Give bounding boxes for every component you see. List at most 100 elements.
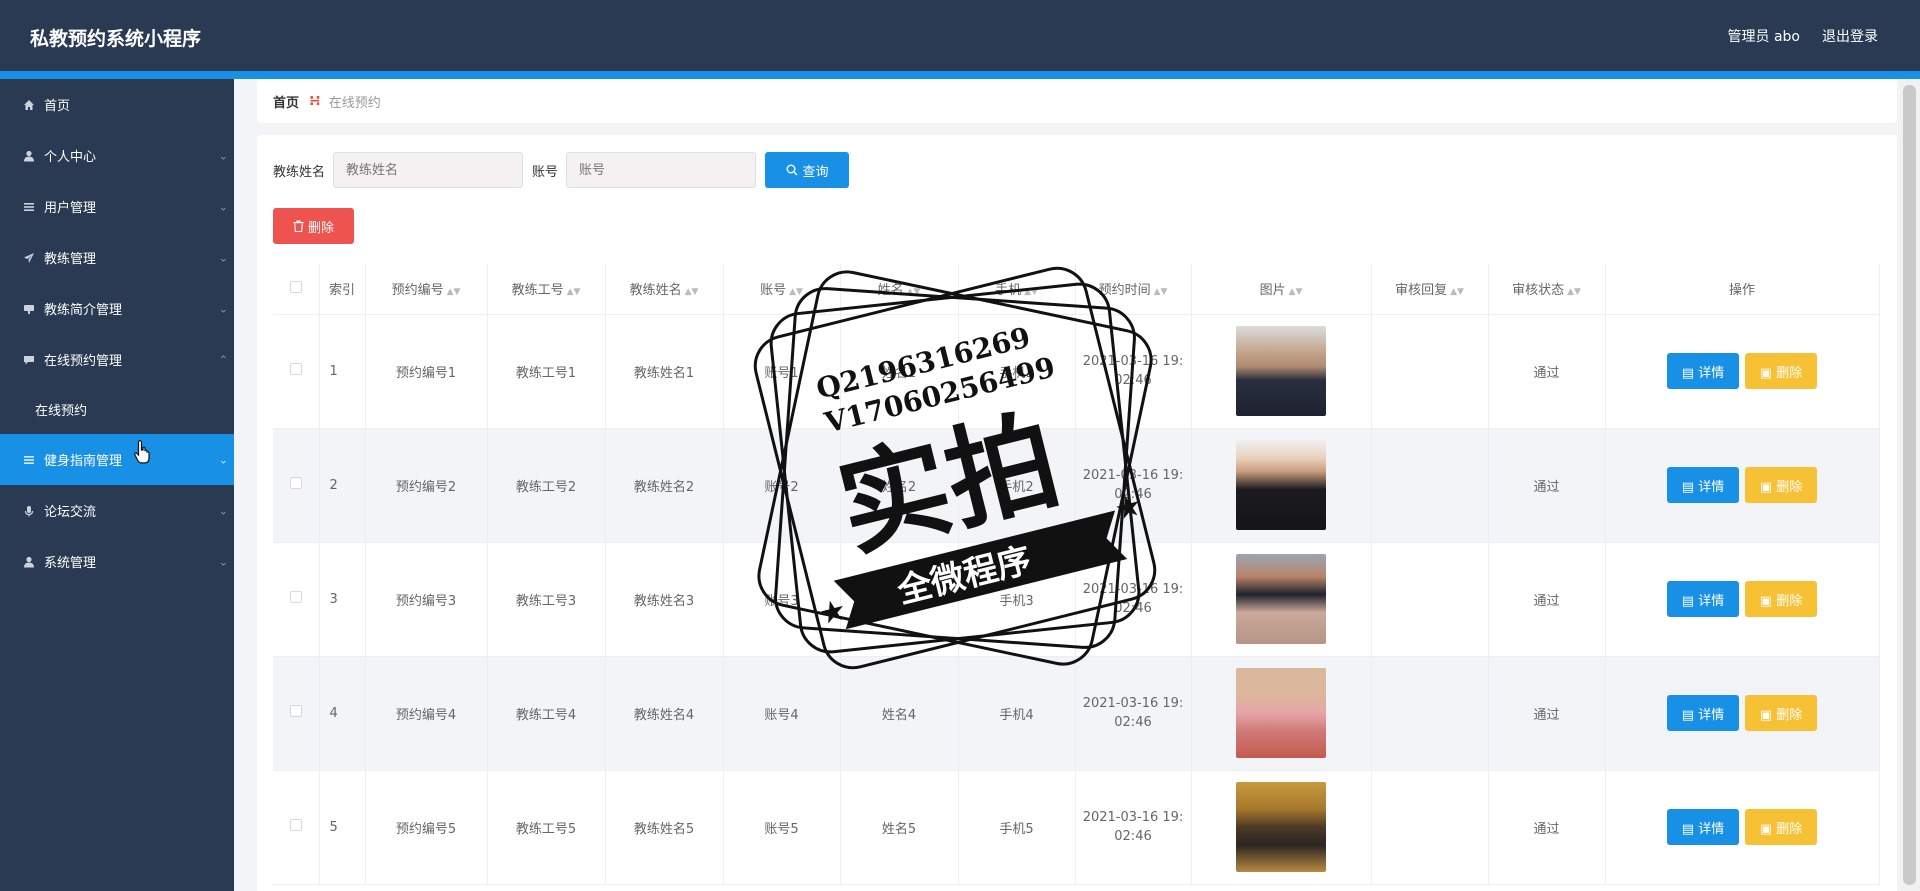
page-scrollbar[interactable] bbox=[1900, 79, 1920, 891]
sidebar-item-label: 用户管理 bbox=[44, 201, 97, 216]
cell-coach-name: 教练姓名2 bbox=[605, 428, 724, 543]
photo-thumbnail[interactable] bbox=[1236, 668, 1326, 758]
detail-button[interactable]: ▤ 详情 bbox=[1667, 581, 1739, 617]
row-checkbox[interactable] bbox=[289, 705, 302, 717]
cell-reply bbox=[1371, 428, 1489, 543]
sidebar-item-label: 教练管理 bbox=[44, 252, 97, 267]
cell-coach-id: 教练工号3 bbox=[487, 542, 606, 657]
row-checkbox[interactable] bbox=[289, 591, 302, 603]
photo-thumbnail[interactable] bbox=[1236, 782, 1326, 872]
search-button-label: 查询 bbox=[802, 164, 829, 180]
cell-booking-no: 预约编号5 bbox=[365, 770, 488, 885]
list-icon bbox=[22, 200, 36, 214]
column-header[interactable]: 教练姓名 ▲▼ bbox=[605, 264, 724, 315]
detail-button[interactable]: ▤ 详情 bbox=[1667, 353, 1739, 389]
mic-icon bbox=[22, 504, 36, 518]
bulk-delete-button[interactable]: 删除 bbox=[273, 208, 354, 244]
cell-actions: ▤ 详情 ▣ 删除 bbox=[1605, 656, 1880, 771]
select-all-checkbox[interactable] bbox=[289, 280, 302, 293]
sort-icon: ▲▼ bbox=[446, 287, 461, 298]
cell-photo bbox=[1191, 314, 1372, 429]
cell-account: 账号2 bbox=[723, 428, 841, 543]
cell-booking-time: 2021-03-16 19: 02:46 bbox=[1075, 314, 1192, 429]
chevron-down-icon: ⌄ bbox=[218, 453, 228, 466]
sidebar-item-online-booking-management[interactable]: 在线预约管理 ⌃ bbox=[0, 334, 234, 385]
row-checkbox[interactable] bbox=[289, 477, 302, 489]
sidebar-item-fitness-guide-management[interactable]: 健身指南管理 ⌄ bbox=[0, 434, 234, 485]
breadcrumb-home[interactable]: 首页 bbox=[273, 92, 299, 111]
column-header[interactable]: 预约时间 ▲▼ bbox=[1075, 264, 1192, 315]
cell-photo bbox=[1191, 428, 1372, 543]
sidebar: 首页 个人中心 ⌄ 用户管理 ⌄ 教练管理 ⌄ 教练简介管理 ⌄ 在线预约管理 … bbox=[0, 79, 234, 891]
column-header[interactable]: 预约编号 ▲▼ bbox=[365, 264, 488, 315]
photo-thumbnail[interactable] bbox=[1236, 554, 1326, 644]
breadcrumb-separator-icon: ∺ bbox=[309, 93, 321, 109]
booking-table: 索引 预约编号 ▲▼ 教练工号 ▲▼ 教练姓名 ▲▼ 账号 ▲▼ 姓名 ▲▼ 手机 ▲▼ 预… bbox=[273, 264, 1880, 885]
cell-coach-name: 教练姓名3 bbox=[605, 542, 724, 657]
sort-icon: ▲▼ bbox=[1288, 287, 1303, 298]
account-input[interactable] bbox=[566, 152, 757, 188]
user-icon bbox=[22, 555, 36, 569]
column-header[interactable]: 审核回复 ▲▼ bbox=[1371, 264, 1489, 315]
search-form: 教练姓名 账号 查询 bbox=[273, 152, 850, 188]
detail-button[interactable]: ▤ 详情 bbox=[1667, 467, 1739, 503]
sidebar-item-forum[interactable]: 论坛交流 ⌄ bbox=[0, 485, 234, 536]
column-header[interactable]: 姓名 ▲▼ bbox=[840, 264, 959, 315]
photo-thumbnail[interactable] bbox=[1236, 440, 1326, 530]
card-icon bbox=[22, 302, 36, 316]
hand-cursor-icon bbox=[133, 439, 153, 471]
cell-phone: 手机4 bbox=[958, 656, 1076, 771]
search-icon bbox=[786, 164, 798, 176]
delete-button[interactable]: ▣ 删除 bbox=[1745, 695, 1817, 731]
column-header[interactable]: 账号 ▲▼ bbox=[723, 264, 841, 315]
chevron-down-icon: ⌄ bbox=[218, 555, 228, 568]
column-header[interactable]: 图片 ▲▼ bbox=[1191, 264, 1372, 315]
scrollbar-thumb[interactable] bbox=[1903, 85, 1916, 885]
sidebar-subitem-online-booking[interactable]: 在线预约 bbox=[0, 385, 234, 434]
sidebar-item-personal-center[interactable]: 个人中心 ⌄ bbox=[0, 130, 234, 181]
home-icon bbox=[22, 98, 36, 112]
row-checkbox[interactable] bbox=[289, 363, 302, 375]
column-header[interactable]: 手机 ▲▼ bbox=[958, 264, 1076, 315]
chevron-up-icon: ⌃ bbox=[218, 353, 228, 366]
sort-icon: ▲▼ bbox=[789, 287, 803, 298]
cell-name: 姓名3 bbox=[840, 542, 959, 657]
cell-index: 1 bbox=[319, 314, 366, 429]
cell-name: 姓名1 bbox=[840, 314, 959, 429]
cell-status: 通过 bbox=[1488, 542, 1606, 657]
cell-index: 2 bbox=[319, 428, 366, 543]
table-header-row: 索引 预约编号 ▲▼ 教练工号 ▲▼ 教练姓名 ▲▼ 账号 ▲▼ 姓名 ▲▼ 手机 ▲▼ 预… bbox=[273, 264, 1880, 315]
row-checkbox[interactable] bbox=[289, 819, 302, 831]
chevron-down-icon: ⌄ bbox=[218, 200, 228, 213]
sidebar-item-user-management[interactable]: 用户管理 ⌄ bbox=[0, 181, 234, 232]
sidebar-item-system-management[interactable]: 系统管理 ⌄ bbox=[0, 536, 234, 587]
cell-booking-no: 预约编号3 bbox=[365, 542, 488, 657]
account-label: 账号 bbox=[532, 164, 559, 180]
cell-booking-time: 2021-03-16 19: 02:46 bbox=[1075, 542, 1192, 657]
delete-button[interactable]: ▣ 删除 bbox=[1745, 809, 1817, 845]
delete-button[interactable]: ▣ 删除 bbox=[1745, 353, 1817, 389]
detail-button[interactable]: ▤ 详情 bbox=[1667, 695, 1739, 731]
content-card: 教练姓名 账号 查询 删除 索引 预约编号▲▼ 教练工 bbox=[257, 135, 1897, 891]
cell-booking-time: 2021-03-16 19: 02:46 bbox=[1075, 428, 1192, 543]
sort-icon: ▲▼ bbox=[684, 287, 699, 298]
detail-button[interactable]: ▤ 详情 bbox=[1667, 809, 1739, 845]
coach-name-input[interactable] bbox=[333, 152, 524, 188]
sidebar-item-coach-intro-management[interactable]: 教练简介管理 ⌄ bbox=[0, 283, 234, 334]
column-header[interactable]: 教练工号 ▲▼ bbox=[487, 264, 606, 315]
sidebar-item-coach-management[interactable]: 教练管理 ⌄ bbox=[0, 232, 234, 283]
sidebar-item-home[interactable]: 首页 bbox=[0, 79, 234, 130]
header-accent-bar bbox=[0, 71, 1920, 79]
cell-photo bbox=[1191, 656, 1372, 771]
logout-link[interactable]: 退出登录 bbox=[1822, 26, 1878, 46]
cell-status: 通过 bbox=[1488, 656, 1606, 771]
column-header[interactable]: 审核状态 ▲▼ bbox=[1488, 264, 1606, 315]
search-button[interactable]: 查询 bbox=[765, 152, 850, 188]
delete-button[interactable]: ▣ 删除 bbox=[1745, 581, 1817, 617]
delete-button[interactable]: ▣ 删除 bbox=[1745, 467, 1817, 503]
cell-reply bbox=[1371, 656, 1489, 771]
cell-name: 姓名5 bbox=[840, 770, 959, 885]
photo-thumbnail[interactable] bbox=[1236, 326, 1326, 416]
cell-actions: ▤ 详情 ▣ 删除 bbox=[1605, 428, 1880, 543]
table-row: 2 预约编号2 教练工号2 教练姓名2 账号2 姓名2 手机2 2021-03-… bbox=[273, 428, 1880, 543]
